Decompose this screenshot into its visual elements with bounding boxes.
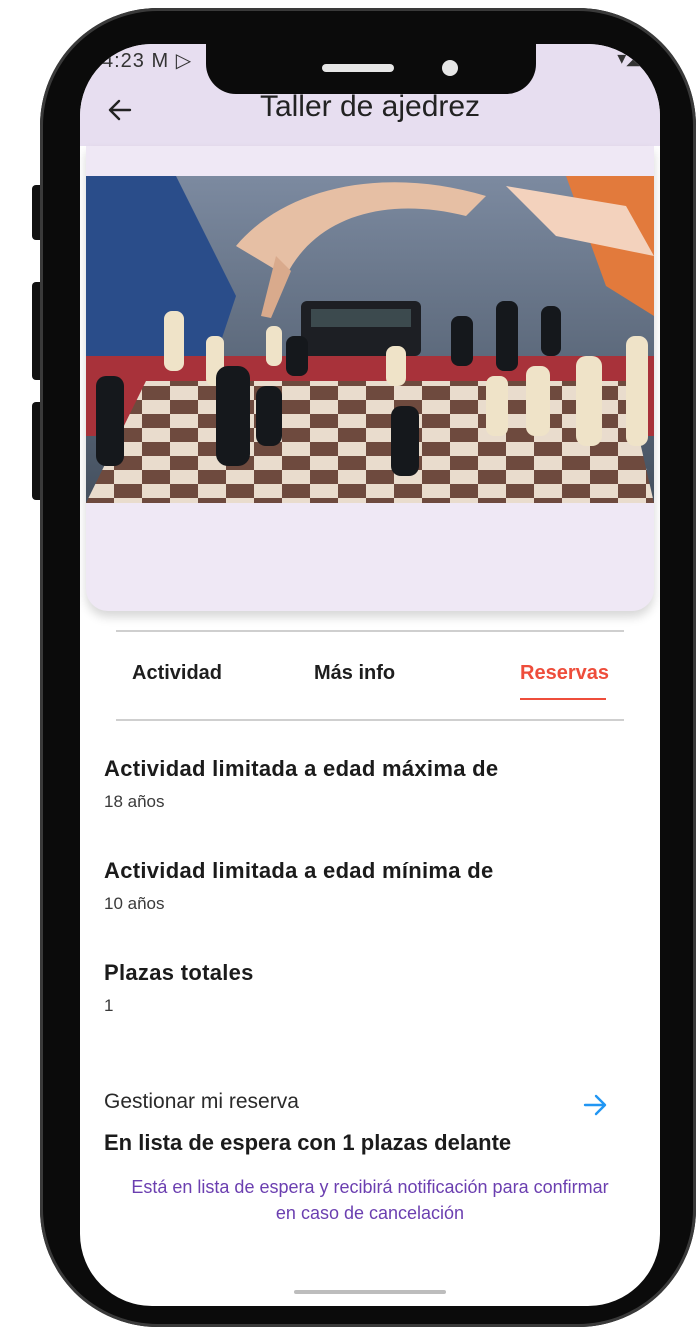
speaker-grille <box>322 64 394 72</box>
max-age-value: 18 años <box>104 792 165 811</box>
screen: 4:23 M ▷ ▾◢▮ Taller de ajedrez Actividad… <box>80 44 660 1306</box>
total-places-value: 1 <box>104 996 114 1015</box>
tabs-bottom-divider <box>116 719 624 721</box>
tab-actividad[interactable]: Actividad <box>132 662 222 685</box>
active-tab-indicator <box>520 698 606 700</box>
total-places-title: Plazas totales <box>104 960 254 985</box>
max-age-title: Actividad limitada a edad máxima de <box>104 756 499 781</box>
camera-notch <box>206 44 536 94</box>
home-indicator <box>294 1290 446 1294</box>
status-time: 4:23 M ▷ <box>102 50 193 72</box>
manage-reservation-row[interactable]: Gestionar mi reserva <box>80 1082 660 1126</box>
chess-photo <box>86 176 654 503</box>
tabs-top-divider <box>116 630 624 632</box>
page-title: Taller de ajedrez <box>259 90 481 123</box>
tab-reservas[interactable]: Reservas <box>520 662 609 685</box>
front-camera <box>442 60 458 76</box>
status-icons: ▾◢▮ <box>617 48 650 68</box>
tab-bar: Actividad Más info Reservas <box>80 656 660 704</box>
tab-mas-info[interactable]: Más info <box>314 662 395 685</box>
activity-image-card <box>86 146 654 611</box>
waitlist-title: En lista de espera con 1 plazas delante <box>104 1130 512 1155</box>
arrow-right-icon <box>583 1094 607 1116</box>
manage-reservation-button[interactable] <box>578 1088 612 1122</box>
waitlist-note: Está en lista de espera y recibirá notif… <box>131 1177 609 1223</box>
min-age-value: 10 años <box>104 894 165 913</box>
min-age-title: Actividad limitada a edad mínima de <box>104 858 494 883</box>
manage-reservation-label: Gestionar mi reserva <box>104 1090 299 1113</box>
